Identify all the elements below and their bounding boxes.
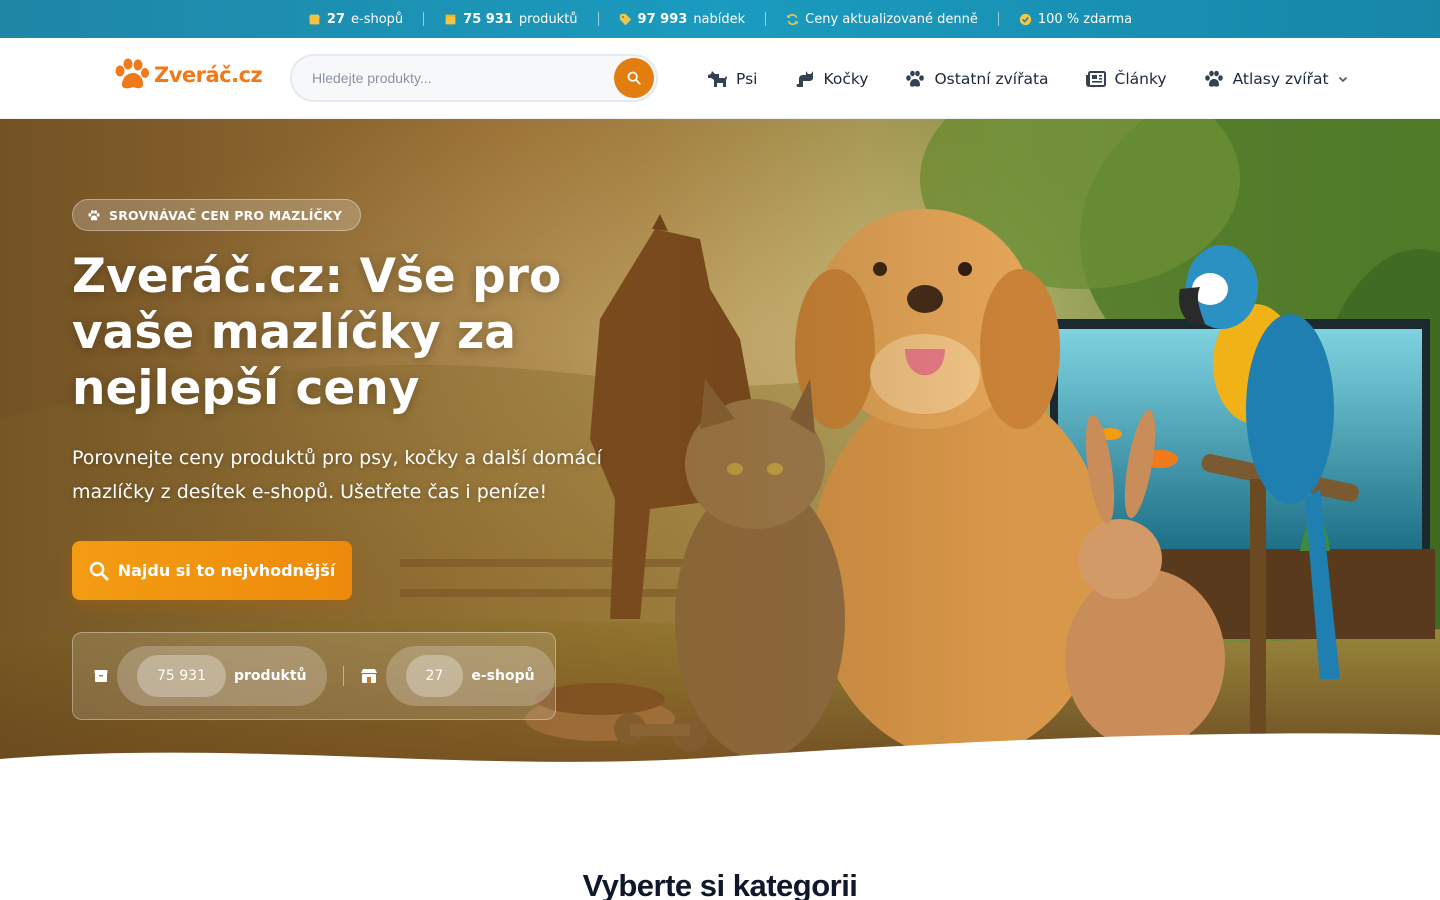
box-icon [94, 670, 108, 682]
nav-item-atlasy-zvirat[interactable]: Atlasy zvířat [1203, 69, 1349, 89]
nav-label: Ostatní zvířata [934, 69, 1049, 88]
topbar-free-label: 100 % zdarma [1037, 11, 1133, 27]
nav-label: Kočky [823, 69, 869, 88]
search-bar [290, 54, 658, 102]
topbar-products-label: produktů [518, 11, 578, 27]
topbar-daily-prices: Ceny aktualizované denně [786, 12, 978, 27]
nav-item-kocky[interactable]: Kočky [793, 69, 868, 89]
paw-icon [906, 70, 925, 87]
hero-wave-divider [0, 733, 1440, 769]
stat-shops-pill: 27 e-shopů [385, 646, 555, 706]
stats-divider [342, 666, 344, 686]
paw-logo-icon [115, 58, 149, 89]
nav-label: Články [1114, 69, 1167, 88]
hero-title: Zveráč.cz: Vše pro vaše mazlíčky za nejl… [72, 249, 562, 416]
topbar-free: 100 % zdarma [1019, 12, 1132, 27]
stat-shops-value: 27 [405, 655, 464, 697]
stat-shops-label: e-shopů [471, 668, 535, 684]
site-header: Zveráč.cz Psi Kočky Ostatní zvířata Člán… [0, 38, 1440, 119]
hero-section: SROVNÁVAČ CEN PRO MAZLÍČKY Zveráč.cz: Vš… [0, 119, 1440, 769]
nav-item-psi[interactable]: Psi [706, 69, 757, 89]
newspaper-icon [1085, 70, 1106, 87]
topbar-offers-value: 97 993 [637, 11, 688, 27]
search-input[interactable] [292, 70, 614, 86]
search-icon [89, 561, 109, 580]
nav-item-ostatni-zvirata[interactable]: Ostatní zvířata [904, 69, 1049, 89]
stat-products-pill: 75 931 produktů [117, 646, 327, 706]
stat-shops: 27 e-shopů [360, 646, 555, 706]
hero-badge: SROVNÁVAČ CEN PRO MAZLÍČKY [72, 199, 362, 231]
topbar-offers: 97 993 nabídek [619, 11, 746, 27]
paw-icon [1204, 70, 1223, 87]
stat-products: 75 931 produktů [93, 646, 327, 706]
check-circle-icon [1019, 13, 1032, 25]
stat-products-label: produktů [234, 668, 307, 684]
category-section-title: Vyberte si kategorii [582, 868, 858, 900]
topbar-shops-value: 27 [326, 11, 345, 27]
topbar-divider [997, 12, 999, 26]
logo[interactable]: Zveráč.cz [112, 58, 263, 92]
main-nav: Psi Kočky Ostatní zvířata Články Atlasy … [706, 38, 1349, 119]
stat-products-value: 75 931 [137, 655, 226, 697]
box-icon [445, 14, 456, 24]
topbar-shops: 27 e-shopů [308, 12, 403, 27]
cat-icon [796, 70, 814, 87]
search-button[interactable] [614, 58, 654, 98]
hero-subtitle: Porovnejte ceny produktů pro psy, kočky … [72, 447, 602, 503]
chevron-down-icon [1338, 76, 1347, 82]
topbar-daily-prices-label: Ceny aktualizované denně [805, 11, 978, 27]
nav-label: Psi [736, 69, 758, 88]
topbar-shops-label: e-shopů [351, 11, 404, 27]
store-icon [360, 669, 377, 683]
paw-icon [88, 209, 100, 220]
topbar-divider [765, 12, 767, 26]
hero-cta-label: Najdu si to nejvhodnější [117, 561, 336, 580]
tag-icon [619, 13, 631, 25]
topbar-products-value: 75 931 [463, 11, 513, 27]
hero-badge-label: SROVNÁVAČ CEN PRO MAZLÍČKY [109, 207, 343, 223]
topbar-products: 75 931 produktů [444, 11, 578, 27]
hero-stats: 75 931 produktů 27 e-shopů [72, 632, 556, 720]
search-icon [627, 71, 641, 85]
refresh-icon [787, 13, 798, 25]
hero-cta-button[interactable]: Najdu si to nejvhodnější [72, 541, 352, 600]
logo-text: Zveráč.cz [154, 63, 263, 87]
nav-label: Atlasy zvířat [1232, 69, 1329, 88]
topbar-offers-label: nabídek [693, 11, 746, 27]
dog-icon [708, 70, 727, 87]
nav-item-clanky[interactable]: Články [1085, 69, 1167, 89]
topbar-divider [597, 12, 599, 26]
top-info-bar: 27 e-shopů 75 931 produktů 97 993 nabíde… [0, 0, 1440, 38]
shop-icon [308, 14, 321, 24]
topbar-divider [423, 12, 425, 26]
